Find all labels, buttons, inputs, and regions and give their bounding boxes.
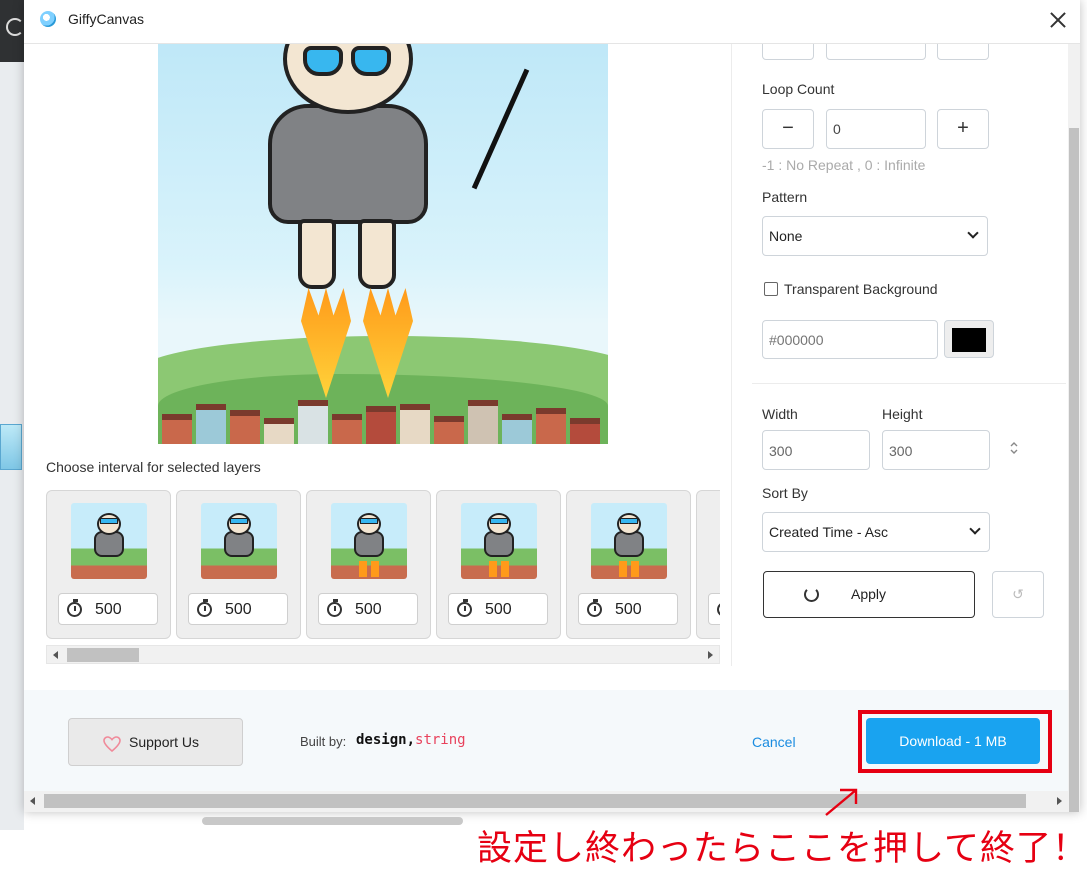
layer-thumbnail [591, 503, 667, 579]
section-divider [752, 383, 1066, 384]
refresh-icon [804, 587, 819, 602]
scroll-left-icon[interactable] [53, 651, 58, 659]
annotation-text: 設定し終わったらここを押して終了！ [477, 829, 1087, 869]
dialog-horizontal-scrollbar[interactable] [24, 791, 1068, 812]
sort-select[interactable]: Created Time - Asc [762, 512, 990, 552]
layer-list-scrollbar[interactable] [46, 645, 720, 664]
layer-thumbnail [461, 503, 537, 579]
chevron-down-icon [967, 227, 979, 239]
stopwatch-icon [587, 599, 602, 617]
layer-card-partial[interactable] [696, 490, 720, 639]
layer-thumbnail [71, 503, 147, 579]
interval-field[interactable]: 500 [318, 593, 418, 625]
scroll-right-icon[interactable] [708, 651, 713, 659]
pointer-stick [471, 68, 530, 190]
page-scrollbar-thumb[interactable] [202, 817, 463, 825]
app-logo-icon [40, 11, 56, 27]
layer-thumbnail [331, 503, 407, 579]
layer-card[interactable]: 500 [566, 490, 691, 639]
interval-value: 500 [615, 601, 642, 618]
brand-link[interactable]: design,string [356, 732, 466, 748]
cancel-button[interactable]: Cancel [752, 734, 796, 750]
pattern-label: Pattern [762, 189, 808, 205]
width-input[interactable]: 300 [762, 430, 870, 470]
support-us-button[interactable]: Support Us [68, 718, 243, 766]
scrollbar-thumb[interactable] [1069, 128, 1079, 812]
pattern-select[interactable]: None [762, 216, 988, 256]
interval-value: 500 [95, 601, 122, 618]
height-label: Height [882, 406, 923, 422]
dialog-scrollbar[interactable] [1068, 44, 1080, 812]
background-toolbar [0, 0, 24, 62]
chevron-down-icon [969, 523, 981, 535]
gif-preview [158, 44, 608, 444]
title-bar: GiffyCanvas [24, 0, 1080, 44]
interval-field[interactable]: 500 [188, 593, 288, 625]
stopwatch-icon [67, 599, 82, 617]
interval-field[interactable]: 500 [58, 593, 158, 625]
aspect-lock-icon[interactable] [1010, 441, 1018, 455]
stopwatch-icon [717, 602, 720, 617]
background-thumbnail [0, 424, 22, 470]
layer-card[interactable]: 500 [436, 490, 561, 639]
annotation-arrow-icon [825, 788, 858, 816]
stopwatch-icon [197, 599, 212, 617]
reset-button[interactable]: ↺ [992, 571, 1044, 618]
apply-label: Apply [851, 586, 887, 602]
stopwatch-icon [327, 599, 342, 617]
interval-value: 500 [485, 601, 512, 618]
apply-button[interactable]: Apply [763, 571, 975, 618]
interval-value: 500 [355, 601, 382, 618]
loop-count-label: Loop Count [762, 81, 835, 97]
panel-divider [731, 44, 732, 666]
bear-body [268, 104, 428, 224]
brand-part2: string [415, 732, 466, 748]
interval-field[interactable] [708, 593, 720, 625]
close-icon[interactable] [1044, 6, 1072, 34]
background-app [0, 0, 24, 830]
chat-icon [6, 18, 24, 36]
layer-thumbnail [201, 503, 277, 579]
sort-selected: Created Time - Asc [769, 524, 889, 540]
layer-list: 500 500 500 500 500 [46, 490, 720, 640]
interval-field[interactable]: 500 [578, 593, 678, 625]
layer-card[interactable]: 500 [176, 490, 301, 639]
undo-icon: ↺ [1012, 586, 1024, 602]
bear-sunglasses [303, 46, 393, 78]
preview-town [158, 396, 608, 444]
loop-count-hint: -1 : No Repeat , 0 : Infinite [762, 157, 926, 173]
bear-legs [298, 219, 398, 289]
transparent-bg-label: Transparent Background [784, 281, 938, 297]
color-hex-input[interactable] [762, 320, 938, 359]
height-input[interactable]: 300 [882, 430, 990, 470]
giffycanvas-dialog: GiffyCanvas Choose interval for selected… [24, 0, 1080, 812]
loop-count-input[interactable]: 0 [826, 109, 926, 149]
loop-increment-button[interactable]: + [937, 109, 989, 149]
loop-decrement-button[interactable]: − [762, 109, 814, 149]
layer-card[interactable]: 500 [306, 490, 431, 639]
built-by-label: Built by: [300, 734, 347, 749]
highlight-box [858, 710, 1052, 773]
width-label: Width [762, 406, 798, 422]
scrollbar-thumb[interactable] [44, 794, 1026, 808]
heart-icon [103, 736, 121, 752]
scroll-left-icon[interactable] [30, 797, 35, 805]
pattern-selected: None [769, 228, 803, 244]
color-swatch-button[interactable] [944, 320, 994, 358]
brand-part1: design, [356, 732, 416, 748]
transparent-bg-checkbox[interactable] [764, 282, 778, 296]
sort-by-label: Sort By [762, 485, 808, 501]
color-swatch [952, 328, 986, 352]
app-title: GiffyCanvas [68, 11, 144, 27]
scrollbar-thumb[interactable] [67, 648, 139, 662]
stopwatch-icon [457, 599, 472, 617]
support-us-label: Support Us [129, 734, 200, 750]
scroll-right-icon[interactable] [1057, 797, 1062, 805]
interval-value: 500 [225, 601, 252, 618]
layer-card[interactable]: 500 [46, 490, 171, 639]
interval-field[interactable]: 500 [448, 593, 548, 625]
interval-section-label: Choose interval for selected layers [46, 459, 261, 475]
